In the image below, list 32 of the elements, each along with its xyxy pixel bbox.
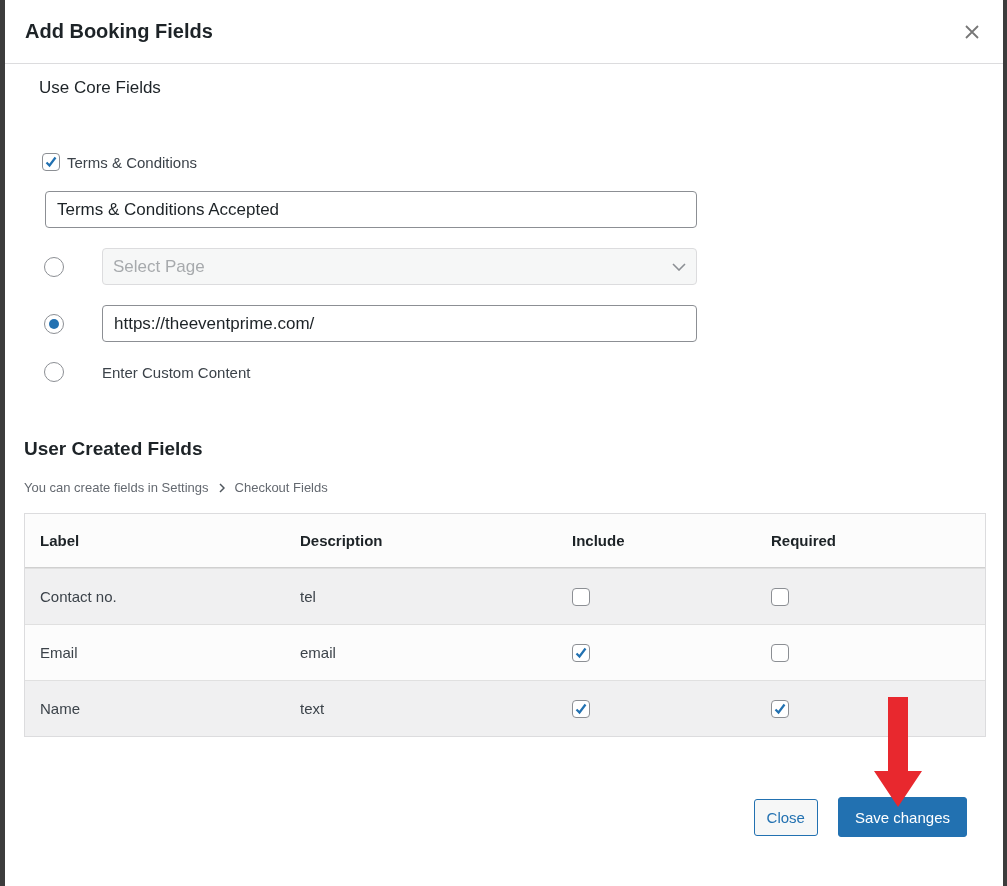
required-checkbox[interactable]	[771, 699, 789, 718]
close-icon[interactable]	[965, 24, 979, 39]
dialog-title: Add Booking Fields	[25, 20, 213, 43]
section-label: Use Core Fields	[39, 78, 162, 98]
table-cell: Name	[40, 700, 80, 717]
section-heading: User Created Fields	[24, 438, 204, 460]
chevron-right-icon	[218, 482, 225, 493]
required-checkbox[interactable]	[771, 643, 789, 662]
checkbox[interactable]	[42, 153, 60, 171]
table-cell: Email	[40, 644, 78, 661]
column-header: Description	[300, 532, 383, 549]
include-checkbox[interactable]	[572, 699, 590, 718]
include-checkbox[interactable]	[572, 643, 590, 662]
down-arrow-icon	[874, 697, 922, 807]
table-cell: tel	[300, 588, 316, 605]
close-button[interactable]: Close	[753, 798, 818, 836]
breadcrumb-text: You can create fields in Settings	[24, 480, 209, 495]
column-header: Required	[771, 532, 836, 549]
column-header: Label	[40, 532, 80, 549]
save-button[interactable]: Save changes	[837, 797, 967, 837]
checkbox-label: Terms & Conditions	[67, 153, 198, 171]
chevron-down-icon	[672, 262, 686, 271]
required-checkbox[interactable]	[771, 587, 789, 606]
breadcrumb-text: Checkout Fields	[234, 480, 328, 495]
column-header: Include	[572, 532, 625, 549]
option-label: Enter Custom Content	[102, 363, 251, 381]
table-cell: Contact no.	[40, 588, 117, 605]
input-field[interactable]: Terms & Conditions Accepted	[45, 191, 697, 228]
include-checkbox[interactable]	[572, 587, 590, 606]
table-cell: email	[300, 644, 336, 661]
table-cell: text	[300, 700, 325, 717]
url-input-field[interactable]: https://theeventprime.com/	[102, 305, 697, 342]
